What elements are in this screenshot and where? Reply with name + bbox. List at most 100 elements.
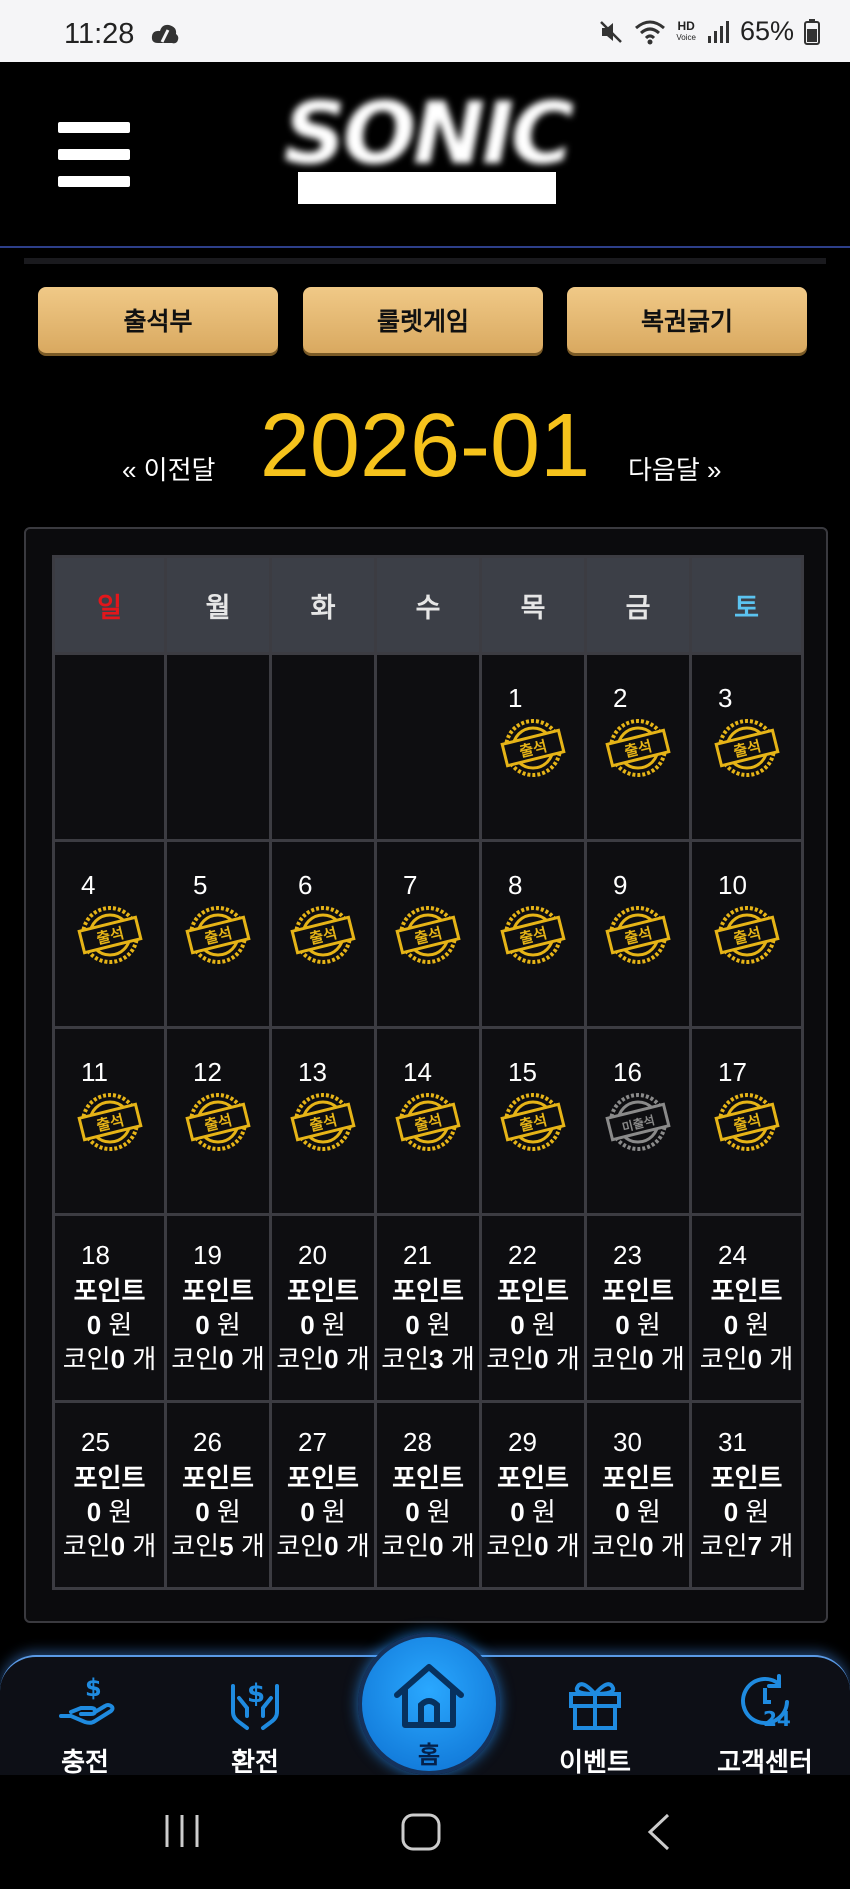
nav-home-label: 홈: [417, 1742, 441, 1769]
coin-value: 0: [110, 1344, 126, 1374]
hd-voice-icon: HD Voice: [676, 18, 696, 43]
coin-unit: 개: [450, 1344, 475, 1374]
won-unit: 원: [321, 1497, 346, 1527]
point-value: 0: [615, 1497, 630, 1527]
nav-home[interactable]: 홈: [358, 1633, 500, 1775]
point-value: 0: [405, 1497, 420, 1527]
attend-stamp-icon: 출석: [185, 906, 251, 964]
attend-stamp-icon: 출석: [713, 1093, 780, 1151]
lottery-button[interactable]: 복권긁기: [567, 287, 807, 353]
coin-row: 코인0 개: [587, 1529, 689, 1563]
point-label: 포인트: [497, 1276, 569, 1306]
calendar-empty-cell: [52, 652, 167, 842]
weekday-header-0: 일: [52, 555, 167, 655]
point-label: 포인트: [602, 1463, 674, 1493]
point-value: 0: [615, 1310, 630, 1340]
day-number: 18: [81, 1240, 110, 1270]
status-bar: 11:28 HD Voice 65%: [0, 0, 850, 62]
day-rewards: 포인트 0 원 코인0 개: [692, 1274, 801, 1376]
coin-unit: 개: [450, 1531, 475, 1561]
attend-stamp-icon: 출석: [76, 906, 143, 964]
coin-label: 코인: [171, 1344, 220, 1374]
home-system-icon[interactable]: [401, 1813, 441, 1851]
calendar-empty-cell: [164, 652, 272, 842]
coin-unit: 개: [555, 1344, 580, 1374]
attend-stamp-icon: 출석: [185, 1093, 251, 1151]
coin-label: 코인: [381, 1531, 430, 1561]
absent-stamp-icon: 미출석: [605, 1093, 671, 1151]
weekday-header-row: 일월화수목금토: [52, 555, 804, 655]
coin-value: 5: [219, 1531, 234, 1561]
nav-event[interactable]: 이벤트: [535, 1672, 655, 1779]
point-label: 포인트: [710, 1463, 783, 1493]
coin-label: 코인: [486, 1531, 535, 1561]
calendar-day-cell: 31 포인트 0 원 코인7 개: [689, 1400, 804, 1590]
point-value: 0: [405, 1310, 420, 1340]
coin-unit: 개: [132, 1344, 157, 1374]
point-value-row: 0 원: [587, 1495, 689, 1529]
roulette-button[interactable]: 룰렛게임: [303, 287, 543, 353]
day-number: 14: [403, 1057, 432, 1087]
day-number: 11: [81, 1057, 108, 1087]
weekday-header-6: 토: [689, 555, 804, 655]
day-number: 23: [613, 1240, 642, 1270]
day-rewards: 포인트 0 원 코인7 개: [692, 1461, 801, 1563]
coin-label: 코인: [62, 1531, 111, 1561]
attend-stamp-icon: 출석: [290, 1093, 356, 1151]
point-value: 0: [510, 1310, 525, 1340]
calendar-day-cell: 4 출석: [52, 839, 167, 1029]
attend-stamp-icon: 출석: [605, 719, 671, 777]
calendar-day-cell: 17 출석: [689, 1026, 804, 1216]
home-icon: [394, 1664, 464, 1728]
site-logo[interactable]: SONIC: [275, 91, 580, 177]
coin-row: 코인0 개: [55, 1529, 164, 1563]
nav-withdraw[interactable]: $ 환전: [195, 1672, 315, 1779]
calendar-day-cell: 6 출석: [269, 839, 377, 1029]
hd-label: HD: [677, 18, 695, 33]
coin-value: 0: [534, 1344, 549, 1374]
coin-unit: 개: [769, 1344, 794, 1374]
coin-unit: 개: [660, 1531, 685, 1561]
status-time: 11:28: [64, 18, 135, 50]
point-value-row: 0 원: [587, 1308, 689, 1342]
day-number: 21: [403, 1240, 432, 1270]
day-number: 25: [81, 1427, 110, 1457]
header-shadow-bar: [24, 258, 826, 264]
system-nav-bar: [0, 1775, 850, 1889]
won-unit: 원: [531, 1310, 556, 1340]
calendar-day-cell: 9 출석: [584, 839, 692, 1029]
point-value-row: 0 원: [167, 1308, 269, 1342]
day-number: 13: [298, 1057, 327, 1087]
calendar-day-cell: 13 출석: [269, 1026, 377, 1216]
coin-unit: 개: [345, 1531, 370, 1561]
coin-row: 코인5 개: [167, 1529, 269, 1563]
nav-deposit[interactable]: $ 충전: [25, 1672, 145, 1779]
menu-icon[interactable]: [58, 122, 130, 187]
day-number: 29: [508, 1427, 537, 1457]
support-24-icon: 24: [741, 1674, 791, 1731]
nav-support[interactable]: 24 고객센터: [705, 1672, 825, 1779]
day-number: 12: [193, 1057, 222, 1087]
next-month-link[interactable]: 다음달 »: [628, 450, 721, 487]
calendar-day-cell: 15 출석: [479, 1026, 587, 1216]
back-icon[interactable]: [646, 1813, 672, 1851]
weekday-header-1: 월: [164, 555, 272, 655]
coin-row: 코인0 개: [377, 1529, 479, 1563]
attend-stamp-icon: 출석: [290, 906, 356, 964]
prev-month-link[interactable]: « 이전달: [122, 450, 215, 487]
app-header: SONIC: [0, 62, 850, 264]
coin-value: 7: [747, 1531, 763, 1561]
coin-label: 코인: [486, 1344, 535, 1374]
calendar-day-cell: 28 포인트 0 원 코인0 개: [374, 1400, 482, 1590]
calendar-day-cell: 23 포인트 0 원 코인0 개: [584, 1213, 692, 1403]
day-number: 31: [718, 1427, 747, 1457]
coin-value: 3: [429, 1344, 444, 1374]
point-label: 포인트: [73, 1463, 146, 1493]
weekday-header-2: 화: [269, 555, 377, 655]
point-value-row: 0 원: [692, 1495, 801, 1529]
point-label: 포인트: [602, 1276, 674, 1306]
day-number: 20: [298, 1240, 327, 1270]
day-number: 7: [403, 870, 418, 900]
recent-apps-icon[interactable]: [162, 1813, 202, 1849]
attendance-button[interactable]: 출석부: [38, 287, 278, 353]
